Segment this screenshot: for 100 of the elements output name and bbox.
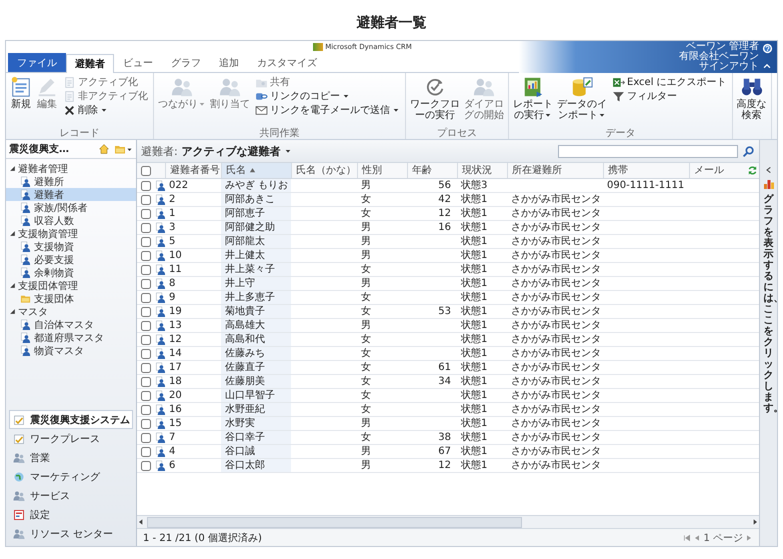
tree-item[interactable]: 家族/関係者 xyxy=(6,201,136,214)
table-cell-text: 女 xyxy=(360,347,372,360)
tree-item[interactable]: 物資マスタ xyxy=(6,344,136,357)
ribbon-tab[interactable]: カスタマイズ xyxy=(248,53,326,72)
collapse-icon[interactable] xyxy=(762,61,772,71)
scrollbar-thumb[interactable] xyxy=(147,516,522,528)
ribbon-tab[interactable]: グラフ xyxy=(162,53,210,72)
table-cell-text: 状態1 xyxy=(460,291,488,304)
expand-pane-icon[interactable] xyxy=(764,166,772,174)
nav-item[interactable]: リソース センター xyxy=(9,524,133,543)
ribbon-button[interactable]: リンクのコピー xyxy=(253,89,402,103)
ribbon-tab[interactable]: 追加 xyxy=(210,53,248,72)
row-checkbox[interactable] xyxy=(141,446,151,456)
previous-page-icon[interactable] xyxy=(693,534,702,542)
nav-item[interactable]: 震災復興支援システム xyxy=(9,410,133,429)
row-checkbox[interactable] xyxy=(141,376,151,386)
tree-section[interactable]: 避難者管理 xyxy=(6,162,74,175)
select-all-checkbox[interactable] xyxy=(141,166,151,176)
ribbon-button[interactable]: リンクを電子メールで送信 xyxy=(253,103,402,117)
view-selector[interactable]: アクティブな避難者 xyxy=(182,144,292,158)
ribbon-button[interactable]: レポートの実行 xyxy=(512,75,554,122)
table-cell: 佐藤直子 xyxy=(221,361,291,374)
ribbon-button[interactable]: 新規 xyxy=(9,75,33,111)
row-checkbox[interactable] xyxy=(141,460,151,470)
search-field[interactable] xyxy=(558,144,738,158)
scroll-left-icon[interactable] xyxy=(137,518,145,526)
chart-icon[interactable] xyxy=(762,178,774,190)
table-cell-text: 19 xyxy=(168,305,183,318)
table-cell-text: 53 xyxy=(437,305,452,318)
scroll-right-icon[interactable] xyxy=(751,518,759,526)
ribbon-button[interactable]: Excel にエクスポート xyxy=(610,75,729,89)
home-icon[interactable] xyxy=(98,143,110,155)
ribbon-tab[interactable]: ビュー xyxy=(114,53,162,72)
ribbon-button[interactable]: 削除 xyxy=(61,103,150,117)
row-checkbox[interactable] xyxy=(141,404,151,414)
row-checkbox[interactable] xyxy=(141,418,151,428)
row-checkbox[interactable] xyxy=(141,390,151,400)
help-icon[interactable] xyxy=(762,43,773,54)
row-checkbox[interactable] xyxy=(141,432,151,442)
column-header[interactable]: 氏名 xyxy=(221,163,291,178)
ribbon-button[interactable]: 高度な検索 xyxy=(736,75,768,122)
column-header[interactable]: 年齢 xyxy=(407,163,457,178)
nav-item[interactable]: マーケティング xyxy=(9,467,133,486)
tree-item[interactable]: 避難者 xyxy=(6,188,136,201)
row-checkbox[interactable] xyxy=(141,348,151,358)
nav-item[interactable]: 設定 xyxy=(9,505,133,524)
row-checkbox[interactable] xyxy=(141,320,151,330)
ribbon-button[interactable]: フィルター xyxy=(610,89,729,103)
table-cell-text: 女 xyxy=(360,361,372,374)
row-checkbox[interactable] xyxy=(141,334,151,344)
column-header[interactable]: 所在避難所 xyxy=(507,163,603,178)
column-header[interactable]: 携帯 xyxy=(603,163,689,178)
tree-item[interactable]: 余剰物資 xyxy=(6,266,136,279)
file-tab[interactable]: ファイル xyxy=(8,53,66,72)
nav-item[interactable]: 営業 xyxy=(9,448,133,467)
column-header[interactable]: 現状況 xyxy=(457,163,507,178)
folder-menu-icon[interactable] xyxy=(114,143,133,155)
nav-item[interactable]: ワークプレース xyxy=(9,429,133,448)
row-checkbox[interactable] xyxy=(141,194,151,204)
group-label: レコード xyxy=(60,128,100,139)
row-checkbox[interactable] xyxy=(141,278,151,288)
row-checkbox[interactable] xyxy=(141,208,151,218)
refresh-icon[interactable] xyxy=(747,165,758,176)
person-icon xyxy=(155,222,166,233)
sign-out-link[interactable]: サインアウト xyxy=(699,62,759,72)
search-icon[interactable] xyxy=(742,144,755,158)
tree-item[interactable]: 都道府県マスタ xyxy=(6,331,136,344)
tree-item[interactable]: 避難所 xyxy=(6,175,136,188)
row-checkbox[interactable] xyxy=(141,250,151,260)
sidebar-title[interactable]: 震災復興支… xyxy=(9,142,94,156)
tree-section[interactable]: 支援物資管理 xyxy=(6,227,84,240)
table-cell: 菊地貴子 xyxy=(221,305,291,318)
first-page-icon[interactable] xyxy=(683,534,692,542)
tree-section[interactable]: 支援団体管理 xyxy=(6,279,84,292)
tree-item[interactable]: 自治体マスタ xyxy=(6,318,136,331)
tree-item[interactable]: 支援物資 xyxy=(6,240,136,253)
ribbon-tab[interactable]: 避難者 xyxy=(66,54,114,73)
row-checkbox[interactable] xyxy=(141,264,151,274)
row-checkbox[interactable] xyxy=(141,306,151,316)
nav-item[interactable]: サービス xyxy=(9,486,133,505)
tree-section[interactable]: マスタ xyxy=(6,305,54,318)
row-checkbox[interactable] xyxy=(141,236,151,246)
person-icon xyxy=(155,432,166,443)
ribbon-button[interactable]: ワークフローの実行 xyxy=(409,75,461,122)
tree-item[interactable]: 必要支援 xyxy=(6,253,136,266)
column-header[interactable]: メール xyxy=(689,163,743,178)
ribbon-button[interactable]: データのインポート xyxy=(556,75,608,122)
person-icon xyxy=(155,376,166,387)
column-header[interactable]: 性別 xyxy=(357,163,407,178)
tree-item[interactable]: 収容人数 xyxy=(6,214,136,227)
row-checkbox[interactable] xyxy=(141,180,151,190)
row-checkbox[interactable] xyxy=(141,362,151,372)
column-header[interactable]: 氏名（かな） xyxy=(291,163,357,178)
row-checkbox[interactable] xyxy=(141,222,151,232)
next-page-icon[interactable] xyxy=(745,534,753,542)
table-cell-text: 状態1 xyxy=(460,431,488,444)
table-cell-text: 男 xyxy=(360,445,372,458)
tree-item[interactable]: 支援団体 xyxy=(6,292,136,305)
row-checkbox[interactable] xyxy=(141,292,151,302)
person-icon xyxy=(20,319,31,330)
